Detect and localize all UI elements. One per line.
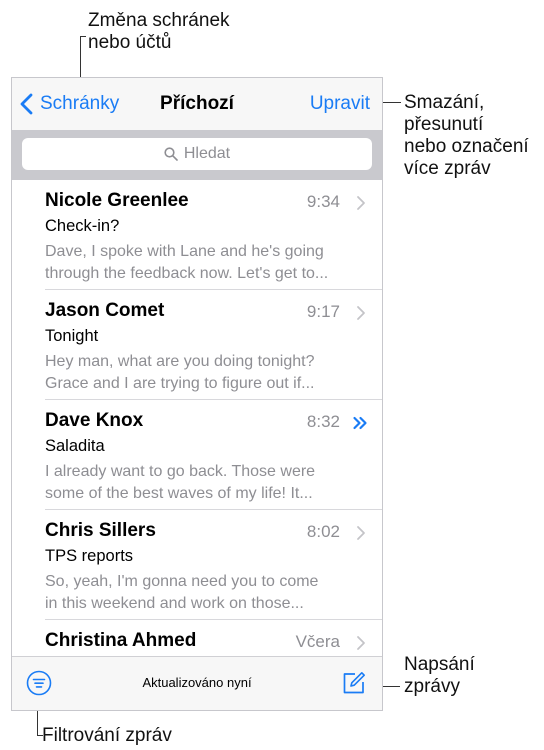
message-preview: So, yeah, I'm gonna need you to come in …	[45, 571, 369, 615]
message-preview-line1: I already want to go back. Those were	[45, 463, 316, 480]
callout-change-mailbox-line2: nebo účtů	[88, 32, 172, 53]
navigation-bar: Schránky Příchozí Upravit	[12, 78, 382, 130]
search-bar: Hledat	[12, 130, 382, 180]
message-row[interactable]: Nicole Greenlee 9:34 Check-in? Dave, I s…	[12, 180, 382, 290]
message-time: 8:02	[306, 522, 340, 541]
message-subject: Tonight	[45, 327, 99, 345]
message-time: Včera	[295, 632, 340, 651]
message-preview-line2: Grace and I are trying to figure out if.…	[45, 375, 315, 392]
message-sender: Christina Ahmed	[45, 630, 197, 651]
callout-change-mailbox-leader-tick	[80, 36, 86, 37]
callout-compose-line1: Napsání	[404, 654, 475, 675]
mail-screen: Schránky Příchozí Upravit Hledat Nicole …	[11, 77, 383, 711]
callout-edit-line1: Smazání,	[404, 92, 485, 113]
search-placeholder: Hledat	[183, 145, 231, 162]
message-sender: Chris Sillers	[45, 520, 156, 541]
message-sender: Nicole Greenlee	[45, 190, 189, 211]
message-list: Nicole Greenlee 9:34 Check-in? Dave, I s…	[12, 180, 382, 656]
message-preview-line2: some of the best waves of my life! It...	[45, 485, 313, 502]
message-row[interactable]: Christina Ahmed Včera	[12, 620, 382, 656]
message-preview: I already want to go back. Those were so…	[45, 461, 369, 505]
message-preview: Dave, I spoke with Lane and he's going t…	[45, 241, 369, 285]
callout-change-mailbox-line1: Změna schránek	[88, 10, 230, 31]
callout-edit-line3: nebo označení	[404, 136, 529, 157]
message-time: 8:32	[306, 412, 340, 431]
message-time: 9:17	[306, 302, 340, 321]
compose-icon[interactable]	[340, 669, 368, 697]
message-preview-line1: Hey man, what are you doing tonight?	[45, 353, 315, 370]
message-sender: Dave Knox	[45, 410, 144, 431]
message-subject: TPS reports	[45, 547, 134, 565]
message-row[interactable]: Chris Sillers 8:02 TPS reports So, yeah,…	[12, 510, 382, 620]
callout-edit-line4: více zpráv	[404, 158, 491, 179]
chevron-right-icon	[357, 196, 365, 210]
search-input[interactable]: Hledat	[22, 138, 372, 170]
double-chevron-icon	[353, 416, 367, 430]
message-preview-line2: in this weekend and work on those...	[45, 595, 304, 612]
message-sender: Jason Comet	[45, 300, 165, 321]
callout-compose: Napsání zprávy	[404, 654, 475, 698]
message-row[interactable]: Jason Comet 9:17 Tonight Hey man, what a…	[12, 290, 382, 400]
chevron-right-icon	[357, 306, 365, 320]
message-preview-line2: through the feedback now. Let's get to..…	[45, 265, 329, 282]
message-preview-line1: So, yeah, I'm gonna need you to come	[45, 573, 319, 590]
callout-compose-line2: zprávy	[404, 676, 460, 697]
callout-edit-line2: přesunutí	[404, 114, 484, 135]
message-preview-line1: Dave, I spoke with Lane and he's going	[45, 243, 324, 260]
callout-edit: Smazání, přesunutí nebo označení více zp…	[404, 92, 529, 180]
callout-filter: Filtrování zpráv	[42, 725, 172, 747]
bottom-toolbar: Aktualizováno nyní	[12, 656, 382, 710]
chevron-right-icon	[357, 636, 365, 650]
callout-filter-line: Filtrování zpráv	[42, 725, 172, 746]
message-subject: Saladita	[45, 437, 105, 455]
message-preview: Hey man, what are you doing tonight? Gra…	[45, 351, 369, 395]
search-icon	[164, 147, 178, 161]
message-time: 9:34	[306, 192, 340, 211]
update-status: Aktualizováno nyní	[142, 675, 252, 690]
edit-button[interactable]: Upravit	[310, 93, 370, 115]
message-row[interactable]: Dave Knox 8:32 Saladita I already want t…	[12, 400, 382, 510]
callout-filter-leader-tick	[37, 735, 43, 736]
callout-change-mailbox: Změna schránek nebo účtů	[88, 10, 230, 54]
chevron-right-icon	[357, 526, 365, 540]
message-subject: Check-in?	[45, 217, 120, 235]
